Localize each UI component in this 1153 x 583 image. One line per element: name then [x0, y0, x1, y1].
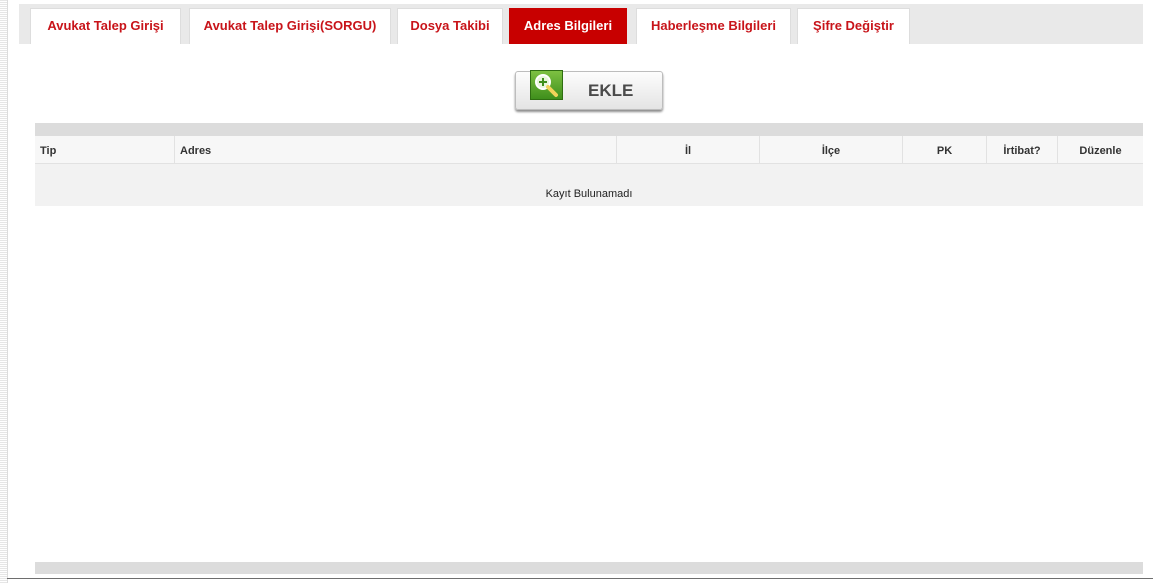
app-root: Avukat Talep Girişi Avukat Talep Girişi(…	[0, 0, 1153, 583]
left-frame-border	[0, 0, 8, 583]
column-header-duzenle[interactable]: Düzenle	[1058, 136, 1143, 163]
column-header-tip[interactable]: Tip	[35, 136, 175, 163]
column-header-ilce[interactable]: İlçe	[760, 136, 903, 163]
empty-message: Kayıt Bulunamadı	[545, 188, 633, 200]
column-header-irtibat[interactable]: İrtibat?	[987, 136, 1058, 163]
grid-top-bar	[35, 123, 1143, 136]
empty-grid-row: Kayıt Bulunamadı	[35, 164, 1143, 206]
tab-bar: Avukat Talep Girişi Avukat Talep Girişi(…	[19, 4, 1143, 44]
tab-avukat-talep-girisi-sorgu[interactable]: Avukat Talep Girişi(SORGU)	[189, 8, 391, 44]
tab-adres-bilgileri[interactable]: Adres Bilgileri	[509, 8, 627, 44]
grid-bottom-bar	[35, 562, 1143, 574]
zoom-plus-icon	[530, 70, 563, 100]
column-header-adres[interactable]: Adres	[175, 136, 617, 163]
tab-dosya-takibi[interactable]: Dosya Takibi	[397, 8, 503, 44]
tab-avukat-talep-girisi[interactable]: Avukat Talep Girişi	[30, 8, 181, 44]
column-header-il[interactable]: İl	[617, 136, 760, 163]
tab-sifre-degistir[interactable]: Şifre Değiştir	[797, 8, 910, 44]
bottom-divider	[7, 578, 1153, 579]
column-header-pk[interactable]: PK	[903, 136, 987, 163]
add-button[interactable]: EKLE	[515, 70, 663, 110]
grid-header: Tip Adres İl İlçe PK İrtibat? Düzenle	[35, 136, 1143, 164]
add-button-label: EKLE	[588, 81, 634, 100]
tab-haberlesme-bilgileri[interactable]: Haberleşme Bilgileri	[636, 8, 791, 44]
